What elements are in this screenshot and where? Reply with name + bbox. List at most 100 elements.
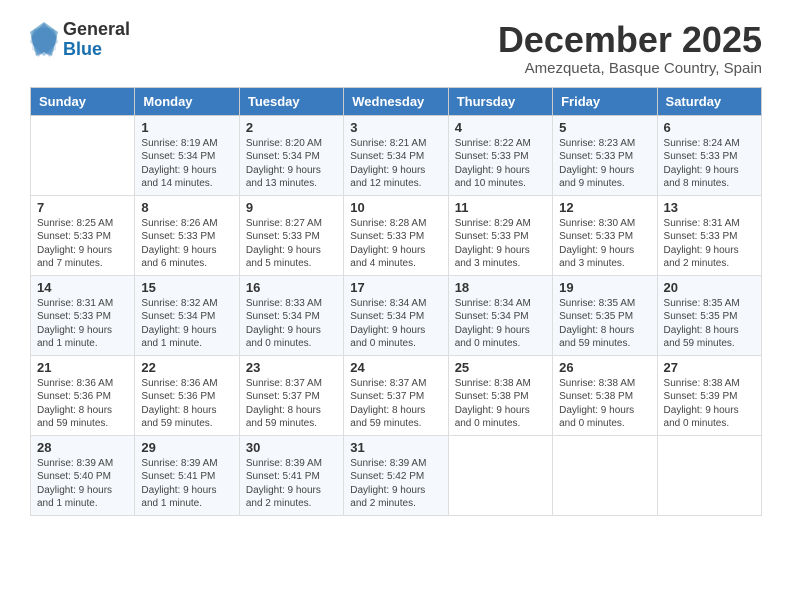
calendar-cell: 3 Sunrise: 8:21 AM Sunset: 5:34 PM Daylig… <box>344 115 448 195</box>
day-number: 15 <box>141 280 232 295</box>
title-block: December 2025 Amezqueta, Basque Country,… <box>498 20 762 77</box>
cell-info: Sunrise: 8:36 AM Sunset: 5:36 PM Dayligh… <box>37 377 128 431</box>
day-number: 4 <box>455 120 546 135</box>
calendar-cell: 23 Sunrise: 8:37 AM Sunset: 5:37 PM Dayli… <box>239 355 343 435</box>
day-number: 24 <box>350 360 441 375</box>
cell-info: Sunrise: 8:37 AM Sunset: 5:37 PM Dayligh… <box>350 377 441 431</box>
calendar-cell: 21Sunrise: 8:36 AM Sunset: 5:36 PM Dayli… <box>31 355 135 435</box>
cell-info: Sunrise: 8:26 AM Sunset: 5:33 PM Dayligh… <box>141 217 232 271</box>
page-header: General Blue December 2025 Amezqueta, Ba… <box>30 20 762 77</box>
weekday-header-tuesday: Tuesday <box>239 87 343 115</box>
calendar-cell: 10Sunrise: 8:28 AM Sunset: 5:33 PM Dayli… <box>344 195 448 275</box>
cell-info: Sunrise: 8:34 AM Sunset: 5:34 PM Dayligh… <box>455 297 546 351</box>
cell-info: Sunrise: 8:38 AM Sunset: 5:38 PM Dayligh… <box>455 377 546 431</box>
weekday-header-thursday: Thursday <box>448 87 552 115</box>
logo-blue-text: Blue <box>63 40 130 60</box>
cell-info: Sunrise: 8:37 AM Sunset: 5:37 PM Dayligh… <box>246 377 337 431</box>
day-number: 26 <box>559 360 650 375</box>
calendar-week-row: 21Sunrise: 8:36 AM Sunset: 5:36 PM Dayli… <box>31 355 762 435</box>
calendar-cell <box>448 435 552 515</box>
calendar-cell: 5 Sunrise: 8:23 AM Sunset: 5:33 PM Daylig… <box>553 115 657 195</box>
calendar-cell: 11 Sunrise: 8:29 AM Sunset: 5:33 PM Dayli… <box>448 195 552 275</box>
day-number: 30 <box>246 440 337 455</box>
cell-info: Sunrise: 8:34 AM Sunset: 5:34 PM Dayligh… <box>350 297 441 351</box>
calendar-week-row: 14Sunrise: 8:31 AM Sunset: 5:33 PM Dayli… <box>31 275 762 355</box>
calendar-cell: 20 Sunrise: 8:35 AM Sunset: 5:35 PM Dayli… <box>657 275 761 355</box>
calendar-cell: 2 Sunrise: 8:20 AM Sunset: 5:34 PM Daylig… <box>239 115 343 195</box>
cell-info: Sunrise: 8:36 AM Sunset: 5:36 PM Dayligh… <box>141 377 232 431</box>
day-number: 2 <box>246 120 337 135</box>
day-number: 20 <box>664 280 755 295</box>
calendar-cell <box>31 115 135 195</box>
day-number: 25 <box>455 360 546 375</box>
cell-info: Sunrise: 8:22 AM Sunset: 5:33 PM Dayligh… <box>455 137 546 191</box>
logo-general-text: General <box>63 20 130 40</box>
cell-info: Sunrise: 8:30 AM Sunset: 5:33 PM Dayligh… <box>559 217 650 271</box>
weekday-header-wednesday: Wednesday <box>344 87 448 115</box>
location: Amezqueta, Basque Country, Spain <box>498 60 762 77</box>
day-number: 1 <box>141 120 232 135</box>
day-number: 28 <box>37 440 128 455</box>
day-number: 23 <box>246 360 337 375</box>
calendar-cell: 7 Sunrise: 8:25 AM Sunset: 5:33 PM Daylig… <box>31 195 135 275</box>
day-number: 9 <box>246 200 337 215</box>
calendar-cell: 28 Sunrise: 8:39 AM Sunset: 5:40 PM Dayli… <box>31 435 135 515</box>
day-number: 17 <box>350 280 441 295</box>
cell-info: Sunrise: 8:28 AM Sunset: 5:33 PM Dayligh… <box>350 217 441 271</box>
day-number: 7 <box>37 200 128 215</box>
calendar-cell: 12Sunrise: 8:30 AM Sunset: 5:33 PM Dayli… <box>553 195 657 275</box>
weekday-header-friday: Friday <box>553 87 657 115</box>
cell-info: Sunrise: 8:27 AM Sunset: 5:33 PM Dayligh… <box>246 217 337 271</box>
calendar-cell: 29 Sunrise: 8:39 AM Sunset: 5:41 PM Dayli… <box>135 435 239 515</box>
calendar-cell: 17 Sunrise: 8:34 AM Sunset: 5:34 PM Dayli… <box>344 275 448 355</box>
weekday-header-saturday: Saturday <box>657 87 761 115</box>
calendar-week-row: 28 Sunrise: 8:39 AM Sunset: 5:40 PM Dayli… <box>31 435 762 515</box>
day-number: 3 <box>350 120 441 135</box>
day-number: 8 <box>141 200 232 215</box>
logo-icon <box>30 22 58 58</box>
calendar-table: SundayMondayTuesdayWednesdayThursdayFrid… <box>30 87 762 516</box>
cell-info: Sunrise: 8:39 AM Sunset: 5:40 PM Dayligh… <box>37 457 128 511</box>
calendar-cell: 22 Sunrise: 8:36 AM Sunset: 5:36 PM Dayli… <box>135 355 239 435</box>
calendar-cell: 19Sunrise: 8:35 AM Sunset: 5:35 PM Dayli… <box>553 275 657 355</box>
calendar-cell: 30Sunrise: 8:39 AM Sunset: 5:41 PM Dayli… <box>239 435 343 515</box>
calendar-cell: 8 Sunrise: 8:26 AM Sunset: 5:33 PM Daylig… <box>135 195 239 275</box>
calendar-cell: 16 Sunrise: 8:33 AM Sunset: 5:34 PM Dayli… <box>239 275 343 355</box>
cell-info: Sunrise: 8:33 AM Sunset: 5:34 PM Dayligh… <box>246 297 337 351</box>
calendar-cell: 18 Sunrise: 8:34 AM Sunset: 5:34 PM Dayli… <box>448 275 552 355</box>
calendar-cell <box>553 435 657 515</box>
calendar-cell: 25 Sunrise: 8:38 AM Sunset: 5:38 PM Dayli… <box>448 355 552 435</box>
cell-info: Sunrise: 8:19 AM Sunset: 5:34 PM Dayligh… <box>141 137 232 191</box>
calendar-cell: 6 Sunrise: 8:24 AM Sunset: 5:33 PM Daylig… <box>657 115 761 195</box>
cell-info: Sunrise: 8:21 AM Sunset: 5:34 PM Dayligh… <box>350 137 441 191</box>
cell-info: Sunrise: 8:38 AM Sunset: 5:38 PM Dayligh… <box>559 377 650 431</box>
calendar-cell: 27Sunrise: 8:38 AM Sunset: 5:39 PM Dayli… <box>657 355 761 435</box>
day-number: 18 <box>455 280 546 295</box>
calendar-cell: 26 Sunrise: 8:38 AM Sunset: 5:38 PM Dayli… <box>553 355 657 435</box>
calendar-cell: 1 Sunrise: 8:19 AM Sunset: 5:34 PM Daylig… <box>135 115 239 195</box>
calendar-cell: 31Sunrise: 8:39 AM Sunset: 5:42 PM Dayli… <box>344 435 448 515</box>
month-title: December 2025 <box>498 20 762 60</box>
cell-info: Sunrise: 8:23 AM Sunset: 5:33 PM Dayligh… <box>559 137 650 191</box>
calendar-cell: 13Sunrise: 8:31 AM Sunset: 5:33 PM Dayli… <box>657 195 761 275</box>
day-number: 14 <box>37 280 128 295</box>
day-number: 29 <box>141 440 232 455</box>
cell-info: Sunrise: 8:35 AM Sunset: 5:35 PM Dayligh… <box>559 297 650 351</box>
cell-info: Sunrise: 8:35 AM Sunset: 5:35 PM Dayligh… <box>664 297 755 351</box>
cell-info: Sunrise: 8:39 AM Sunset: 5:41 PM Dayligh… <box>141 457 232 511</box>
logo: General Blue <box>30 20 130 60</box>
day-number: 13 <box>664 200 755 215</box>
day-number: 16 <box>246 280 337 295</box>
cell-info: Sunrise: 8:39 AM Sunset: 5:42 PM Dayligh… <box>350 457 441 511</box>
day-number: 5 <box>559 120 650 135</box>
day-number: 11 <box>455 200 546 215</box>
cell-info: Sunrise: 8:24 AM Sunset: 5:33 PM Dayligh… <box>664 137 755 191</box>
cell-info: Sunrise: 8:25 AM Sunset: 5:33 PM Dayligh… <box>37 217 128 271</box>
day-number: 6 <box>664 120 755 135</box>
weekday-header-row: SundayMondayTuesdayWednesdayThursdayFrid… <box>31 87 762 115</box>
calendar-cell <box>657 435 761 515</box>
calendar-cell: 4 Sunrise: 8:22 AM Sunset: 5:33 PM Daylig… <box>448 115 552 195</box>
cell-info: Sunrise: 8:20 AM Sunset: 5:34 PM Dayligh… <box>246 137 337 191</box>
day-number: 22 <box>141 360 232 375</box>
cell-info: Sunrise: 8:29 AM Sunset: 5:33 PM Dayligh… <box>455 217 546 271</box>
